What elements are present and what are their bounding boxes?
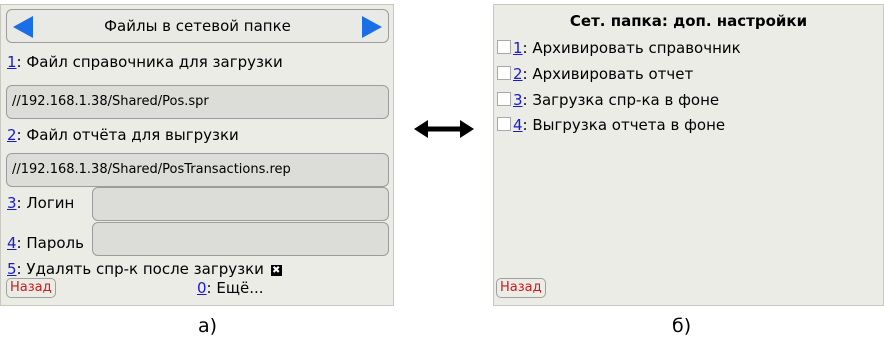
item-2-number[interactable]: 2: [7, 126, 17, 144]
option-4-checkbox[interactable]: [497, 117, 511, 131]
item-5-label: : Удалять спр-к после загрузки: [16, 260, 264, 278]
item-3-row[interactable]: 3: Логин: [7, 194, 74, 212]
option-3-number[interactable]: 3: [513, 91, 523, 109]
option-1-label: : Архивировать справочник: [522, 39, 741, 57]
more-row[interactable]: 0: Ещё...: [197, 279, 264, 297]
option-4-number[interactable]: 4: [513, 116, 523, 134]
item-4-number[interactable]: 4: [7, 234, 17, 252]
option-4-row[interactable]: 4: Выгрузка отчета в фоне: [497, 116, 725, 134]
report-file-field[interactable]: //192.168.1.38/Shared/PosTransactions.re…: [6, 153, 389, 187]
item-3-label: : Логин: [16, 194, 75, 212]
caption-b: б): [672, 315, 692, 337]
option-1-number[interactable]: 1: [513, 39, 523, 57]
item-5-number[interactable]: 5: [7, 260, 17, 278]
arrow-right-icon[interactable]: [362, 16, 382, 38]
option-3-checkbox[interactable]: [497, 92, 511, 106]
more-label: : Ещё...: [206, 279, 264, 297]
panel-b-title: Сет. папка: доп. настройки: [569, 12, 808, 30]
option-3-label: : Загрузка спр-ка в фоне: [522, 91, 720, 109]
panel-a-title: Файлы в сетевой папке: [104, 17, 291, 35]
option-1-checkbox[interactable]: [497, 40, 511, 54]
panel-a-header: Файлы в сетевой папке: [6, 9, 389, 43]
ref-file-field[interactable]: //192.168.1.38/Shared/Pos.spr: [6, 85, 389, 119]
item-4-label: : Пароль: [16, 234, 84, 252]
login-field[interactable]: [92, 187, 389, 221]
caption-a: а): [198, 315, 218, 337]
item-1-label: : Файл справочника для загрузки: [16, 53, 283, 71]
delete-after-load-checkbox[interactable]: ✖: [270, 265, 282, 276]
option-1-row[interactable]: 1: Архивировать справочник: [497, 39, 741, 57]
more-number[interactable]: 0: [197, 279, 207, 297]
panel-a-network-files: Файлы в сетевой папке 1: Файл справочник…: [0, 4, 394, 306]
option-3-row[interactable]: 3: Загрузка спр-ка в фоне: [497, 91, 719, 109]
double-arrow-icon: [414, 120, 474, 138]
item-4-row[interactable]: 4: Пароль: [7, 234, 84, 252]
option-2-label: : Архивировать отчет: [522, 65, 694, 83]
item-1-row[interactable]: 1: Файл справочника для загрузки: [7, 53, 283, 71]
item-5-row[interactable]: 5: Удалять спр-к после загрузки ✖: [7, 260, 282, 278]
option-4-label: : Выгрузка отчета в фоне: [522, 116, 726, 134]
item-2-label: : Файл отчёта для выгрузки: [16, 126, 239, 144]
back-button-b[interactable]: Назад: [496, 278, 546, 298]
panel-b-advanced-settings: Сет. папка: доп. настройки 1: Архивирова…: [493, 4, 884, 306]
option-2-row[interactable]: 2: Архивировать отчет: [497, 65, 693, 83]
option-2-number[interactable]: 2: [513, 65, 523, 83]
password-field[interactable]: [92, 222, 389, 256]
arrow-left-icon[interactable]: [13, 16, 33, 38]
item-1-number[interactable]: 1: [7, 53, 17, 71]
back-button-a[interactable]: Назад: [6, 278, 56, 298]
option-2-checkbox[interactable]: [497, 66, 511, 80]
item-3-number[interactable]: 3: [7, 194, 17, 212]
item-2-row[interactable]: 2: Файл отчёта для выгрузки: [7, 126, 239, 144]
